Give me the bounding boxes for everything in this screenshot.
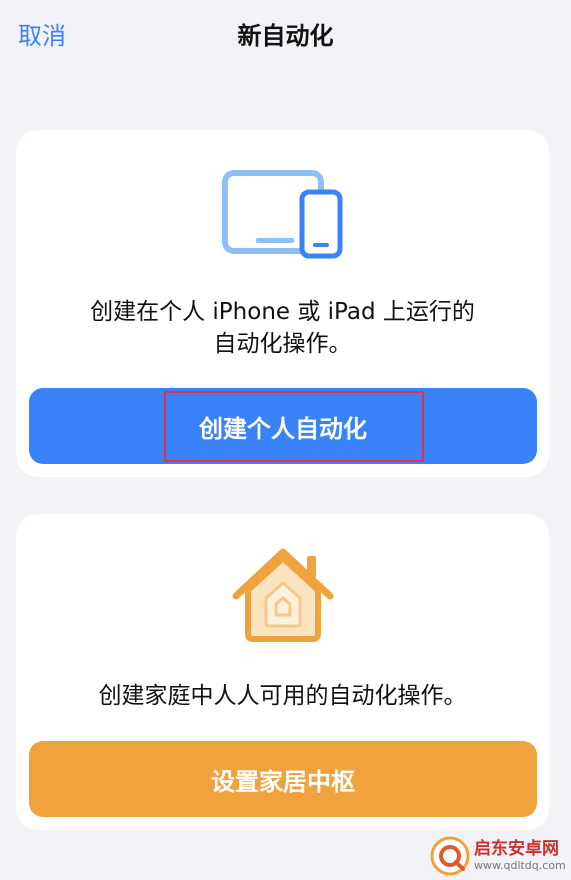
create-personal-automation-button[interactable]: 创建个人自动化 — [29, 388, 537, 464]
set-up-home-hub-button[interactable]: 设置家居中枢 — [29, 741, 537, 817]
watermark-logo-icon — [430, 836, 470, 876]
home-icon — [232, 548, 333, 642]
set-up-home-hub-label: 设置家居中枢 — [211, 767, 355, 796]
watermark-name: 启东安卓网 — [474, 839, 559, 859]
watermark-url: www.qdltdq.com — [474, 859, 566, 872]
create-personal-automation-label: 创建个人自动化 — [199, 414, 367, 443]
navigation-bar: 取消 新自动化 — [0, 0, 571, 70]
home-automation-card: 创建家庭中人人可用的自动化操作。 设置家居中枢 — [16, 514, 549, 830]
personal-description-line-2: 自动化操作。 — [213, 331, 352, 357]
home-description: 创建家庭中人人可用的自动化操作。 — [98, 683, 467, 709]
personal-automation-card: 创建在个人 iPhone 或 iPad 上运行的 自动化操作。 创建个人自动化 — [16, 130, 549, 477]
devices-icon — [221, 170, 342, 259]
personal-description: 创建在个人 iPhone 或 iPad 上运行的 自动化操作。 — [36, 296, 529, 360]
page-title: 新自动化 — [237, 22, 334, 50]
watermark: 启东安卓网 www.qdltdq.com — [430, 832, 571, 880]
personal-description-line-1: 创建在个人 iPhone 或 iPad 上运行的 — [90, 299, 475, 325]
watermark-text: 启东安卓网 www.qdltdq.com — [474, 839, 566, 873]
